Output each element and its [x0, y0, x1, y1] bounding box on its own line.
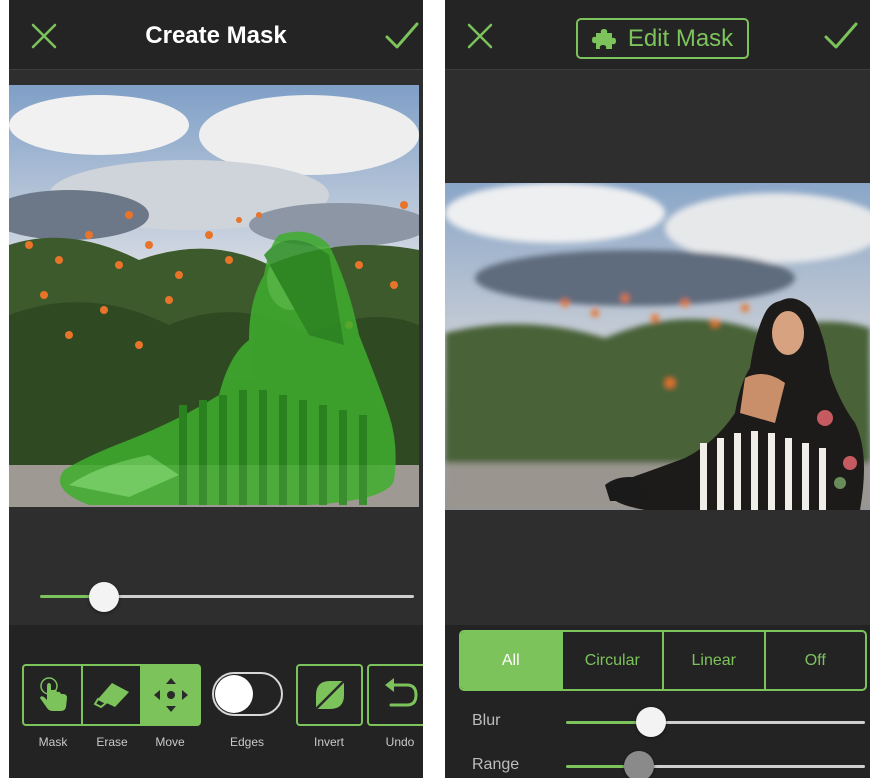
- invert-button[interactable]: [296, 664, 363, 726]
- create-mask-screen: Create Mask Mask Erase Move Edges Invert…: [9, 0, 423, 778]
- mask-slider-thumb[interactable]: [89, 582, 119, 612]
- blur-slider-track[interactable]: [651, 721, 865, 724]
- checkmark-icon[interactable]: [384, 18, 420, 54]
- mode-off[interactable]: Off: [766, 632, 866, 689]
- mask-tool-label: Mask: [38, 735, 68, 749]
- edit-mask-button[interactable]: Edit Mask: [576, 18, 749, 59]
- checkmark-icon[interactable]: [823, 18, 859, 54]
- edit-mask-title: Edit Mask: [627, 24, 734, 52]
- move-tool-label: Move: [155, 735, 185, 749]
- eraser-icon: [93, 683, 129, 709]
- tool-group: [22, 664, 201, 726]
- erase-tool-button[interactable]: [83, 666, 142, 724]
- mode-all[interactable]: All: [461, 632, 563, 689]
- edges-toggle[interactable]: [212, 672, 283, 716]
- edit-mask-screen: Edit Mask All Circular Linear Off Blur R…: [445, 0, 870, 778]
- invert-leaf-icon: [314, 680, 345, 710]
- undo-button[interactable]: [367, 664, 423, 726]
- mask-mode-selector: All Circular Linear Off: [459, 630, 867, 691]
- photo-canvas[interactable]: [445, 183, 870, 510]
- photo-image: [445, 183, 870, 510]
- mode-circular[interactable]: Circular: [563, 632, 664, 689]
- undo-label: Undo: [385, 735, 415, 749]
- hand-pointer-icon: [39, 677, 67, 711]
- page-title: Create Mask: [145, 22, 287, 49]
- move-arrows-icon: [153, 678, 188, 712]
- edit-mask-controls: All Circular Linear Off Blur Range: [445, 625, 870, 778]
- puzzle-icon: [591, 28, 616, 49]
- photo-image: [9, 85, 419, 507]
- move-tool-button[interactable]: [142, 666, 199, 724]
- top-bar: Edit Mask: [445, 0, 870, 70]
- erase-tool-label: Erase: [96, 735, 128, 749]
- invert-label: Invert: [313, 735, 344, 749]
- edges-label: Edges: [229, 735, 265, 749]
- top-bar: Create Mask: [9, 0, 423, 70]
- close-icon[interactable]: [462, 18, 498, 54]
- range-label: Range: [472, 756, 520, 773]
- mask-slider-track[interactable]: [104, 595, 414, 598]
- blur-slider-thumb[interactable]: [636, 707, 666, 737]
- range-slider-thumb[interactable]: [624, 751, 654, 778]
- undo-icon: [384, 678, 418, 707]
- photo-canvas[interactable]: [9, 85, 419, 507]
- toggle-knob: [215, 675, 253, 713]
- range-slider-track[interactable]: [639, 765, 865, 768]
- blur-label: Blur: [472, 712, 501, 729]
- mask-toolbar: Mask Erase Move Edges Invert Undo: [9, 625, 423, 778]
- mode-linear[interactable]: Linear: [664, 632, 766, 689]
- mask-tool-button[interactable]: [24, 666, 83, 724]
